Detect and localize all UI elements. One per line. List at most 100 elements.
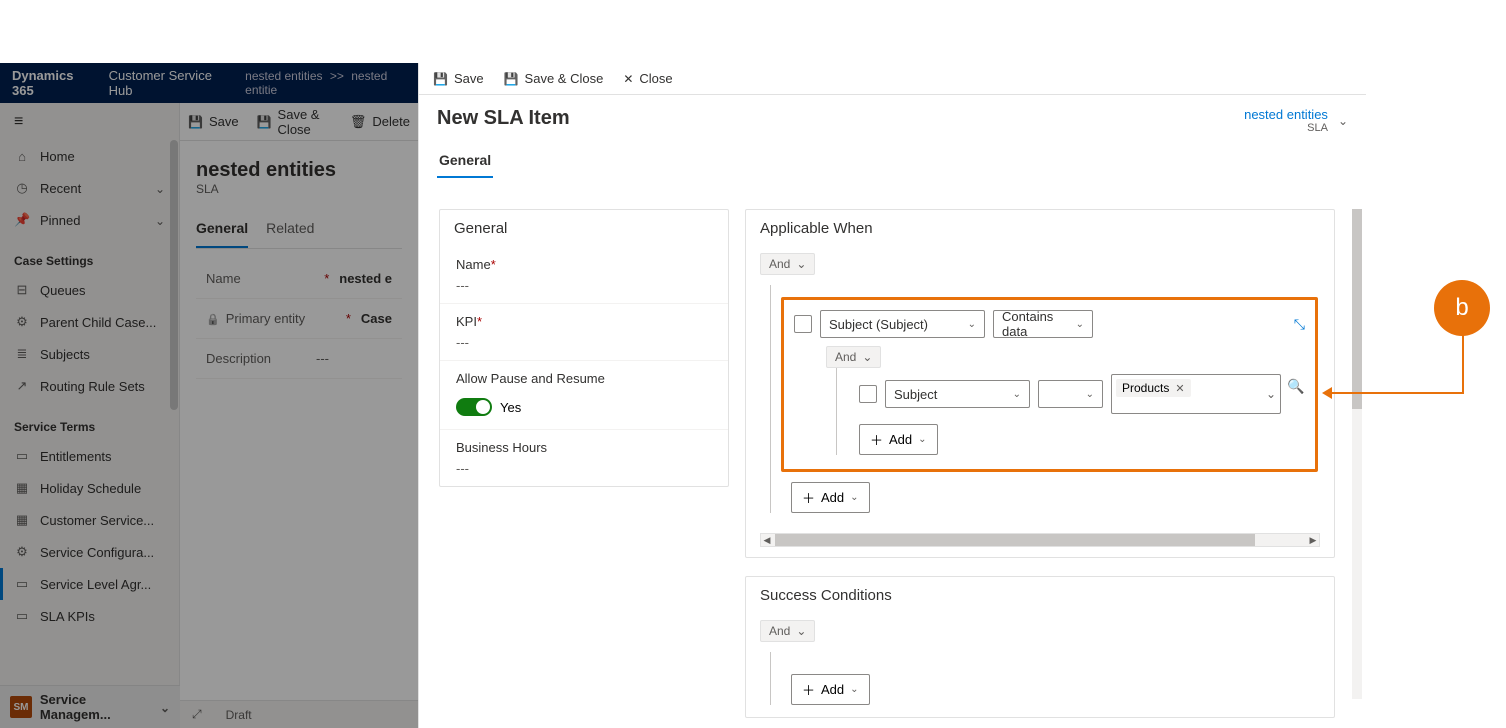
sidebar-item-recent[interactable]: ◷Recent [0,172,179,204]
nested-field-select[interactable]: Subject [885,380,1030,408]
bg-desc-value[interactable]: --- [316,351,329,366]
op1-label: Contains data [1002,309,1076,339]
search-icon[interactable]: 🔍 [1287,378,1304,395]
sidebar-area-switcher[interactable]: SM Service Managem... [0,685,180,728]
close-icon [623,71,633,86]
custsvc-label: Customer Service... [40,513,154,528]
holiday-label: Holiday Schedule [40,481,141,496]
field-pause-resume[interactable]: Allow Pause and Resume Yes [440,361,728,430]
bg-sidebar: ⌂Home ◷Recent 📌Pinned Case Settings ⊟Que… [0,103,180,728]
scroll-left-arrow[interactable]: ◀ [761,534,773,546]
chevron-down-icon [850,684,858,695]
panel-breadcrumb[interactable]: nested entities SLA [1244,107,1348,134]
hamburger-icon[interactable] [0,103,179,141]
tab-general[interactable]: General [437,146,493,178]
add-condition-button[interactable]: ＋Add [791,482,870,513]
sidebar-item-queues[interactable]: ⊟Queues [0,274,179,306]
root-and-operator[interactable]: And [760,253,815,275]
bg-delete-button[interactable]: 🗑Delete [350,114,410,130]
collapse-icon[interactable]: ⤡ [1294,316,1305,333]
scroll-thumb[interactable] [1352,209,1362,409]
field-business-hours[interactable]: Business Hours --- [440,430,728,486]
sidebar-section-service-terms: Service Terms [0,402,179,440]
annotation-label: b [1455,294,1468,322]
bg-primary-label: Primary entity [226,311,305,326]
sidebar-item-customer-service[interactable]: ▦Customer Service... [0,504,179,536]
hours-value[interactable]: --- [456,461,469,476]
sidebar-item-entitlements[interactable]: ▭Entitlements [0,440,179,472]
bg-footer: ⤢ Draft [180,700,418,728]
chevron-down-icon [862,350,872,364]
kpi-icon: ▭ [14,608,30,624]
panel-header: New SLA Item nested entities SLA [419,95,1366,134]
svcconfig-label: Service Configura... [40,545,154,560]
general-card: General Name* --- KPI* --- Allow Pause a… [439,209,729,487]
sidebar-scrollbar[interactable] [170,140,178,410]
sidebar-item-home[interactable]: ⌂Home [0,141,179,172]
success-add-button[interactable]: ＋ Add [791,674,870,705]
sidebar-item-parent-child[interactable]: ⚙Parent Child Case... [0,306,179,338]
row-checkbox[interactable] [794,315,812,333]
nested-add-button[interactable]: ＋Add [859,424,938,455]
chevron-down-icon[interactable] [1266,387,1276,401]
field-name[interactable]: Name* --- [440,247,728,304]
bg-save-button[interactable]: Save [188,114,239,129]
sidebar-item-pinned[interactable]: 📌Pinned [0,204,179,236]
vertical-scrollbar[interactable] [1352,209,1362,699]
gear-icon: ⚙ [14,544,30,560]
tag-label: Products [1122,381,1169,395]
bg-desc-label: Description [206,351,271,366]
value-lookup[interactable]: Products ✕ [1111,374,1281,414]
condition-row-1: Subject (Subject) Contains data ⤡ [794,310,1305,338]
add-label: Add [821,682,844,697]
name-value[interactable]: --- [456,278,469,293]
required-marker: * [477,314,482,329]
save-button[interactable]: Save [433,71,484,86]
kpi-value[interactable]: --- [456,335,469,350]
general-card-heading: General [440,210,728,247]
success-conditions-heading: Success Conditions [746,577,1334,614]
sidebar-item-service-config[interactable]: ⚙ Service Configura... [0,536,179,568]
save-close-icon [257,114,272,129]
sidebar-item-sla-kpis[interactable]: ▭SLA KPIs [0,600,179,632]
success-and-operator[interactable]: And [760,620,815,642]
breadcrumb-sep: >> [330,69,344,83]
sidebar-item-routing[interactable]: ↗Routing Rule Sets [0,370,179,402]
sidebar-item-sla[interactable]: ▭Service Level Agr... [0,568,179,600]
bg-tab-general[interactable]: General [196,214,248,248]
bg-save-close-button[interactable]: Save & Close [257,107,332,137]
scroll-thumb[interactable] [775,534,1255,546]
row-checkbox[interactable] [859,385,877,403]
condition-row-2: Subject Products ✕ 🔍 [859,374,1305,414]
scroll-right-arrow[interactable]: ▶ [1307,534,1319,546]
bg-field-primary-entity: Primary entity*Case [196,299,402,339]
tag-remove-icon[interactable]: ✕ [1175,382,1184,395]
hours-label: Business Hours [456,440,712,455]
chevron-down-icon[interactable] [1338,112,1348,130]
bg-name-value[interactable]: nested e [339,271,392,286]
panel-title: New SLA Item [437,107,570,130]
nested-operator-select[interactable] [1038,380,1103,408]
sla-label: Service Level Agr... [40,577,151,592]
and-label: And [769,257,790,271]
pause-toggle[interactable] [456,398,492,416]
chevron-down-icon [918,434,926,445]
footer-expand-icon[interactable]: ⤢ [192,707,202,722]
save-close-button[interactable]: Save & Close [504,71,604,86]
plus-icon: ＋ [802,680,815,699]
tree-icon: ⚙ [14,314,30,330]
close-button[interactable]: Close [623,71,672,86]
and-label: And [769,624,790,638]
field-select[interactable]: Subject (Subject) [820,310,985,338]
horizontal-scrollbar[interactable]: ◀ ▶ [760,533,1320,547]
sidebar-item-subjects[interactable]: ≣Subjects [0,338,179,370]
add-label: Add [821,490,844,505]
field-kpi[interactable]: KPI* --- [440,304,728,361]
pinned-label: Pinned [40,213,80,228]
operator-select[interactable]: Contains data [993,310,1093,338]
nested-and-operator[interactable]: And [826,346,881,368]
bg-tab-related[interactable]: Related [266,214,314,248]
sidebar-item-holiday[interactable]: ▦Holiday Schedule [0,472,179,504]
kpi-label: KPI [456,314,477,329]
saveclose-label: Save & Close [525,71,604,86]
